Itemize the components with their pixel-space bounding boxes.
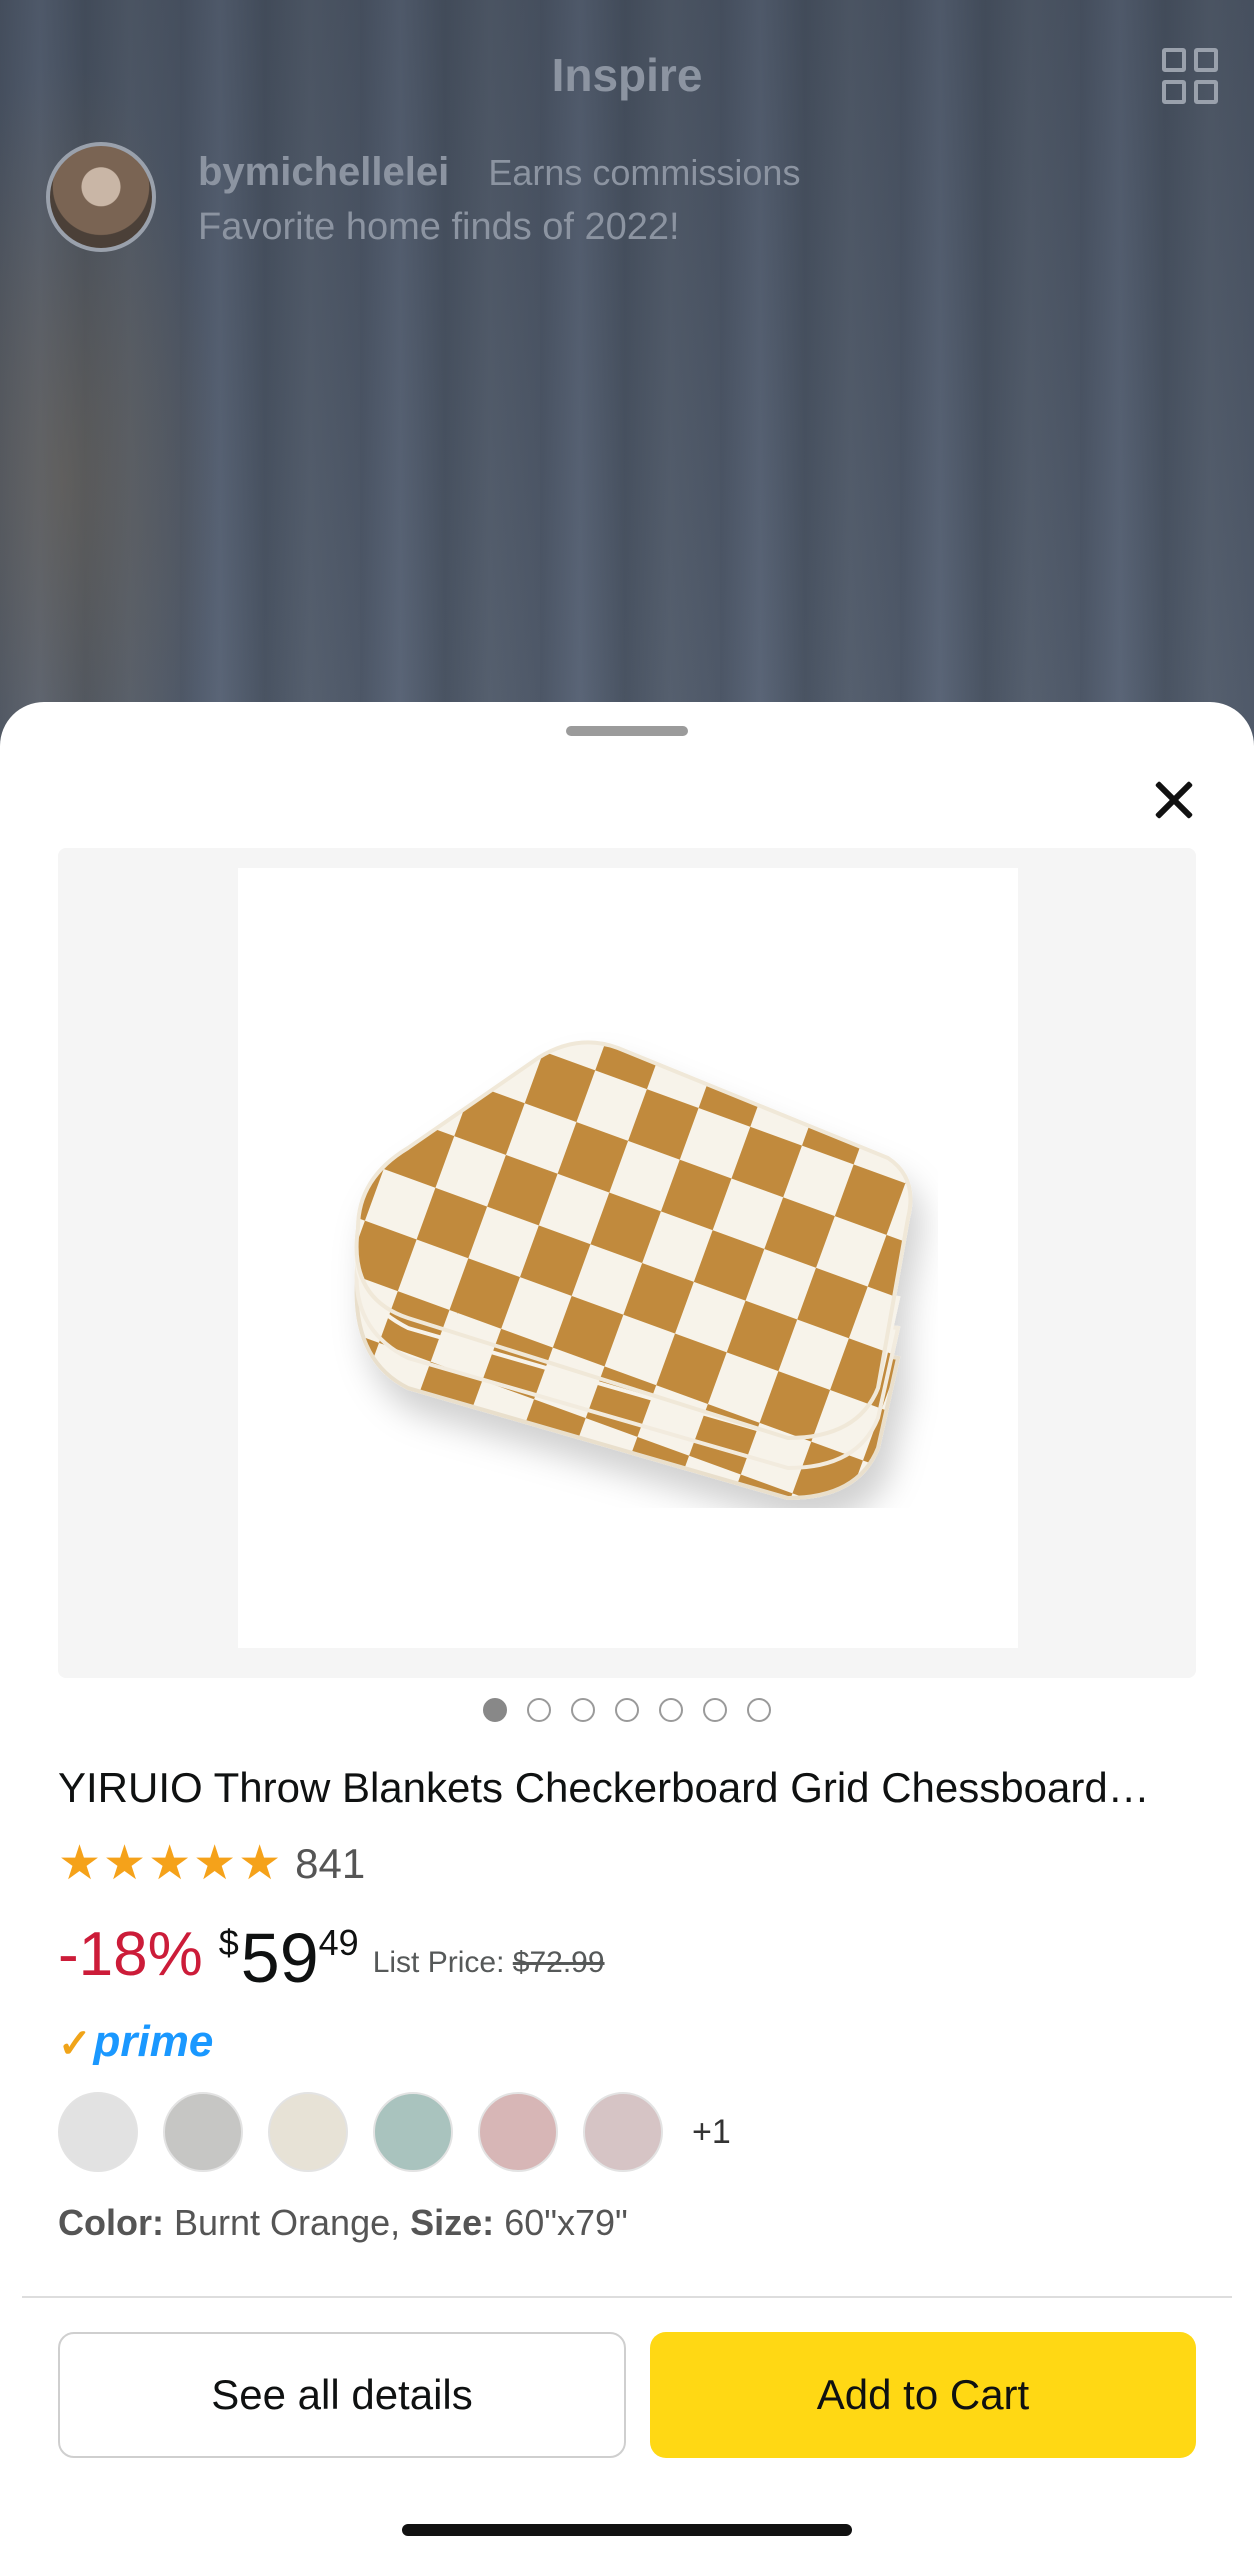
pagination-dot-4[interactable] [615,1698,639,1722]
color-swatch-1[interactable] [58,2092,138,2172]
prime-label: prime [93,2017,214,2066]
star-icon: ★ [103,1837,147,1890]
background-video [0,0,1254,760]
prime-check-icon: ✓ [58,2022,92,2066]
product-title[interactable]: YIRUIO Throw Blankets Checkerboard Grid … [58,1764,1188,1812]
color-swatch-4[interactable] [373,2092,453,2172]
more-swatches[interactable]: +1 [692,2113,731,2152]
color-swatch-3[interactable] [268,2092,348,2172]
divider [22,2296,1232,2298]
grid-view-icon[interactable] [1162,48,1218,104]
see-all-details-button[interactable]: See all details [58,2332,626,2458]
color-swatch-2[interactable] [163,2092,243,2172]
color-swatch-5[interactable] [478,2092,558,2172]
list-price-label: List Price: [372,1946,505,1979]
size-label: Size: [410,2202,495,2243]
page-title: Inspire [551,49,703,101]
price-fraction: 49 [318,1922,359,1963]
pagination-dot-2[interactable] [527,1698,551,1722]
color-swatch-6[interactable] [583,2092,663,2172]
list-price-value: $72.99 [512,1946,605,1979]
creator-avatar[interactable] [46,142,156,252]
product-image-carousel[interactable] [58,848,1196,1678]
creator-caption: Favorite home finds of 2022! [198,206,680,248]
price-whole: 59 [240,1919,319,1997]
creator-name[interactable]: bymichellelei [198,150,449,194]
add-to-cart-button[interactable]: Add to Cart [650,2332,1196,2458]
size-value: 60"x79" [504,2202,628,2243]
pagination-dot-6[interactable] [703,1698,727,1722]
star-rating: ★ ★ ★ ★ ★ [58,1840,281,1888]
creator-badge: Earns commissions [488,152,801,193]
sheet-drag-handle[interactable] [566,726,688,736]
price-row: -18% $ 59 49 List Price: $72.99 [58,1920,605,1996]
pagination-dot-7[interactable] [747,1698,771,1722]
checkered-blanket-image [354,1040,913,1501]
list-price: List Price: $72.99 [373,1946,605,1980]
pagination-dot-3[interactable] [571,1698,595,1722]
color-value: Burnt Orange, [174,2202,401,2243]
price-currency: $ [218,1922,239,1963]
grid-cell [1162,48,1186,72]
creator-line: bymichellelei Earns commissions [198,150,800,195]
color-swatches: +1 [58,2092,731,2172]
pagination-dot-5[interactable] [659,1698,683,1722]
selected-variant: Color: Burnt Orange, Size: 60"x79" [58,2202,628,2244]
product-image [238,868,1018,1648]
pagination-dot-1[interactable] [483,1698,507,1722]
rating-row[interactable]: ★ ★ ★ ★ ★ 841 [58,1840,365,1888]
star-icon: ★ [58,1837,102,1890]
star-icon: ★ [193,1837,237,1890]
close-icon[interactable] [1146,772,1202,828]
star-icon: ★ [148,1837,192,1890]
discount-percent: -18% [58,1920,203,1989]
image-pagination [0,1698,1254,1727]
color-label: Color: [58,2202,164,2243]
home-indicator[interactable] [402,2524,852,2536]
product-sheet: YIRUIO Throw Blankets Checkerboard Grid … [0,702,1254,2560]
grid-cell [1194,48,1218,72]
grid-cell [1162,80,1186,104]
grid-cell [1194,80,1218,104]
star-icon: ★ [238,1837,282,1890]
rating-count: 841 [295,1840,366,1887]
prime-badge: ✓ prime [58,2017,214,2066]
